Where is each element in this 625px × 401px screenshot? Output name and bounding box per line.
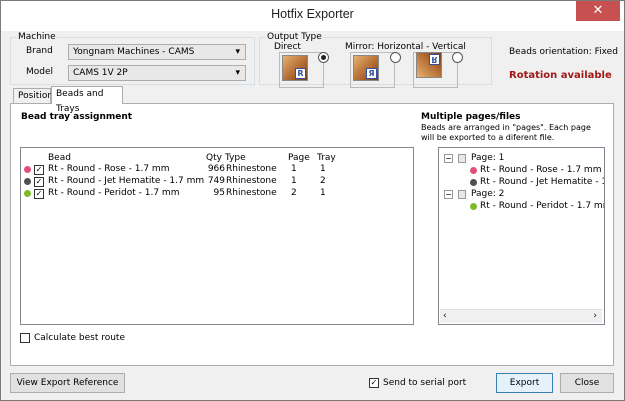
bead-checkbox[interactable]: ✓ bbox=[34, 165, 44, 175]
column-tray[interactable]: Tray bbox=[317, 152, 336, 164]
mirror-h-thumbnail: Я bbox=[353, 55, 379, 81]
mirror-v-radio[interactable] bbox=[452, 52, 463, 63]
bead-qty: 749 bbox=[207, 176, 225, 186]
bead-color-icon bbox=[470, 167, 477, 174]
column-bead[interactable]: Bead bbox=[48, 152, 71, 164]
pages-tree[interactable]: − Page: 1 Rt - Round - Rose - 1.7 mm Rt … bbox=[438, 147, 605, 325]
close-button[interactable]: Close bbox=[560, 373, 614, 393]
direct-thumbnail: R bbox=[282, 55, 308, 81]
bead-type: Rhinestone bbox=[226, 164, 277, 174]
calculate-route-checkbox[interactable] bbox=[20, 333, 30, 343]
bead-page: 1 bbox=[291, 164, 297, 174]
tree-item[interactable]: Rt - Round - Rose - 1.7 mm bbox=[480, 165, 601, 176]
hotfix-exporter-window: Hotfix Exporter ✕ Machine Brand Yongnam … bbox=[0, 0, 625, 401]
bead-list[interactable]: Bead Qty Type Page Tray ✓ Rt - Round - R… bbox=[20, 147, 414, 325]
table-row[interactable]: ✓ Rt - Round - Peridot - 1.7 mm 95 Rhine… bbox=[21, 188, 413, 199]
table-row[interactable]: ✓ Rt - Round - Rose - 1.7 mm 966 Rhinest… bbox=[21, 164, 413, 175]
rotation-available: Rotation available bbox=[509, 70, 612, 81]
mirror-v-thumbnail: R bbox=[416, 52, 442, 78]
title-bar: Hotfix Exporter ✕ bbox=[1, 1, 624, 31]
mirror-h-radio[interactable] bbox=[390, 52, 401, 63]
export-button[interactable]: Export bbox=[496, 373, 553, 393]
table-row[interactable]: ✓ Rt - Round - Jet Hematite - 1.7 mm 749… bbox=[21, 176, 413, 187]
bead-qty: 95 bbox=[213, 188, 225, 198]
horizontal-scrollbar[interactable]: ‹ › bbox=[440, 309, 602, 323]
bead-color-icon bbox=[24, 166, 31, 173]
chevron-down-icon: ▾ bbox=[235, 68, 240, 78]
brand-label: Brand bbox=[26, 46, 53, 56]
send-serial-label: Send to serial port bbox=[383, 378, 467, 388]
multiple-pages-title: Multiple pages/files bbox=[421, 112, 521, 122]
bead-tray: 2 bbox=[320, 176, 326, 186]
bead-color-icon bbox=[24, 190, 31, 197]
column-type[interactable]: Type bbox=[225, 152, 246, 164]
bead-type: Rhinestone bbox=[226, 176, 277, 186]
tree-item[interactable]: Rt - Round - Jet Hematite - 1.7 mm bbox=[480, 177, 604, 188]
bead-color-icon bbox=[470, 203, 477, 210]
collapse-icon[interactable]: − bbox=[444, 154, 453, 163]
beads-and-trays-panel: Bead tray assignment Multiple pages/file… bbox=[10, 103, 614, 366]
brand-select[interactable]: Yongnam Machines - CAMS ▾ bbox=[68, 44, 246, 60]
scroll-left-icon[interactable]: ‹ bbox=[443, 311, 447, 322]
send-serial-checkbox[interactable]: ✓ bbox=[369, 378, 379, 388]
bead-tray: 1 bbox=[320, 188, 326, 198]
close-icon[interactable]: ✕ bbox=[576, 1, 620, 21]
column-qty[interactable]: Qty bbox=[206, 152, 222, 164]
chevron-down-icon: ▾ bbox=[235, 47, 240, 57]
bead-color-icon bbox=[24, 178, 31, 185]
bead-page: 1 bbox=[291, 176, 297, 186]
beads-orientation: Beads orientation: Fixed bbox=[509, 47, 618, 57]
page-icon bbox=[458, 190, 466, 199]
bead-qty: 966 bbox=[207, 164, 225, 174]
machine-group: Machine Brand Yongnam Machines - CAMS ▾ … bbox=[10, 32, 255, 85]
calculate-route-label: Calculate best route bbox=[34, 333, 126, 343]
output-type-group: Output Type Direct Mirror: Horizontal - … bbox=[259, 32, 492, 88]
tab-beads-and-trays[interactable]: Beads and Trays bbox=[51, 86, 123, 114]
bead-checkbox[interactable]: ✓ bbox=[34, 189, 44, 199]
page-icon bbox=[458, 154, 466, 163]
bead-page: 2 bbox=[291, 188, 297, 198]
bead-tray: 1 bbox=[320, 164, 326, 174]
tree-page-1[interactable]: Page: 1 bbox=[471, 153, 504, 164]
bead-name: Rt - Round - Jet Hematite - 1.7 mm bbox=[48, 176, 205, 186]
model-select[interactable]: CAMS 1V 2P ▾ bbox=[68, 65, 246, 81]
scroll-right-icon[interactable]: › bbox=[593, 311, 597, 322]
brand-value: Yongnam Machines - CAMS bbox=[73, 47, 195, 57]
collapse-icon[interactable]: − bbox=[444, 190, 453, 199]
direct-radio[interactable] bbox=[318, 52, 329, 63]
bead-color-icon bbox=[470, 179, 477, 186]
view-export-reference-button[interactable]: View Export Reference bbox=[10, 373, 125, 393]
window-title: Hotfix Exporter bbox=[271, 7, 354, 21]
model-value: CAMS 1V 2P bbox=[73, 68, 128, 78]
bead-name: Rt - Round - Peridot - 1.7 mm bbox=[48, 188, 180, 198]
bead-name: Rt - Round - Rose - 1.7 mm bbox=[48, 164, 170, 174]
tree-page-2[interactable]: Page: 2 bbox=[471, 189, 504, 200]
bead-type: Rhinestone bbox=[226, 188, 277, 198]
bead-checkbox[interactable]: ✓ bbox=[34, 177, 44, 187]
model-label: Model bbox=[26, 67, 54, 77]
machine-group-label: Machine bbox=[17, 32, 57, 43]
multiple-pages-description: Beads are arranged in "pages". Each page… bbox=[421, 123, 591, 142]
column-page[interactable]: Page bbox=[288, 152, 310, 164]
tree-item[interactable]: Rt - Round - Peridot - 1.7 mm bbox=[480, 201, 604, 212]
